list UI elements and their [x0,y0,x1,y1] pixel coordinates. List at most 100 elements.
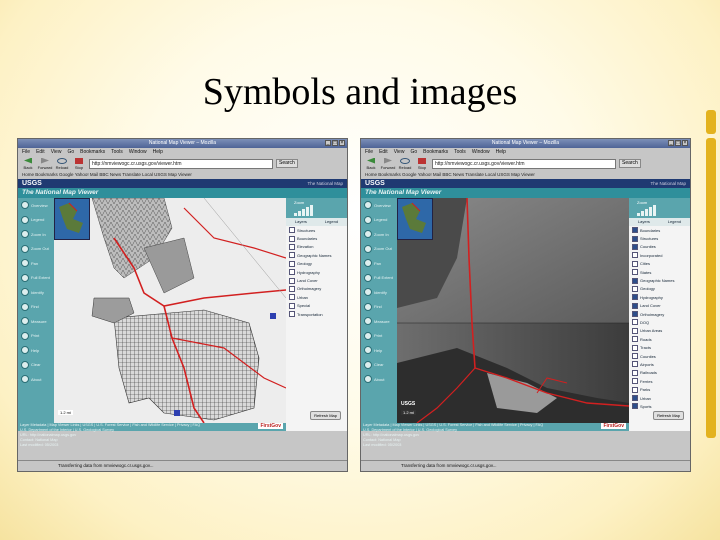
layer-checkbox[interactable] [632,378,638,385]
tool-find[interactable]: Find [18,300,54,315]
address-bar[interactable]: http://nmviewogc.cr.usgs.gov/viewer.htm [89,158,273,169]
refresh-map-button[interactable]: Refresh Map [310,411,341,420]
layer-item[interactable]: Parks [629,385,690,393]
layer-item[interactable]: Orthoimagery [286,285,347,293]
tool-find[interactable]: Find [361,300,397,315]
layer-checkbox[interactable] [632,403,638,410]
layer-item[interactable]: Airports [629,360,690,368]
menu-window[interactable]: Window [472,148,490,156]
layer-checkbox[interactable] [632,395,638,401]
tool-print[interactable]: Print [361,329,397,344]
layer-checkbox[interactable] [632,327,638,334]
layer-item[interactable]: Counties [629,243,690,251]
layer-item[interactable]: Structures [286,226,347,234]
menu-window[interactable]: Window [129,148,147,156]
layer-checkbox[interactable] [632,353,638,360]
layer-checkbox[interactable] [289,260,295,267]
browser-window-right[interactable]: National Map Viewer – Mozilla _ □ × File E… [360,138,691,472]
zoom-slider[interactable]: Zoom [286,198,347,218]
layer-checkbox[interactable] [632,235,638,242]
layer-item[interactable]: Cities [629,260,690,268]
usgs-logo[interactable]: USGS [365,180,385,187]
layer-checkbox[interactable] [289,294,295,301]
tool-legend[interactable]: Legend [18,213,54,228]
layer-checkbox[interactable] [632,336,638,343]
menu-go[interactable]: Go [67,148,74,156]
menu-view[interactable]: View [51,148,62,156]
layer-checkbox[interactable] [632,269,638,276]
layer-checkbox[interactable] [632,361,638,368]
close-icon[interactable]: × [682,140,688,146]
layer-checkbox[interactable] [632,344,638,351]
maximize-icon[interactable]: □ [675,140,681,146]
tool-measure[interactable]: Measure [18,314,54,329]
layer-item[interactable]: Boundaries [286,234,347,242]
tool-clear[interactable]: Clear [361,358,397,373]
menu-view[interactable]: View [394,148,405,156]
zoom-slider[interactable]: Zoom [629,198,690,218]
overview-map[interactable] [54,198,90,240]
layer-item[interactable]: Counties [629,352,690,360]
layer-item[interactable]: Special [286,302,347,310]
layer-checkbox[interactable] [289,243,295,250]
tab-legend[interactable]: Legend [325,218,338,226]
tool-clear[interactable]: Clear [18,358,54,373]
usgs-logo[interactable]: USGS [22,180,42,187]
layer-checkbox[interactable] [289,311,295,318]
layer-checkbox[interactable] [289,277,295,284]
layer-checkbox[interactable] [289,252,295,259]
address-bar[interactable]: http://nmviewogc.cr.usgs.gov/viewer.htm [432,158,616,169]
layer-checkbox[interactable] [632,243,638,250]
menu-tools[interactable]: Tools [111,148,123,156]
layer-checkbox[interactable] [632,252,638,259]
tool-measure[interactable]: Measure [361,314,397,329]
layer-item[interactable]: Incorporated [629,251,690,259]
layer-checkbox[interactable] [632,302,638,309]
layer-item[interactable]: Geology [629,285,690,293]
tool-legend[interactable]: Legend [361,213,397,228]
layer-checkbox[interactable] [632,311,638,318]
menu-file[interactable]: File [22,148,30,156]
layer-item[interactable]: Geographic Names [629,276,690,284]
menu-bookmarks[interactable]: Bookmarks [423,148,448,156]
tool-identify[interactable]: Identify [361,285,397,300]
tool-zoom-out[interactable]: Zoom Out [361,242,397,257]
layer-checkbox[interactable] [632,294,638,301]
layer-checkbox[interactable] [632,386,638,393]
layer-item[interactable]: Hydrography [286,268,347,276]
refresh-map-button[interactable]: Refresh Map [653,411,684,420]
layer-item[interactable]: Structures [629,234,690,242]
tool-zoom-out[interactable]: Zoom Out [18,242,54,257]
forward-button[interactable]: Forward [38,157,52,170]
firstgov-logo[interactable]: FirstGov [601,423,626,429]
layer-item[interactable]: DOQ [629,318,690,326]
layer-item[interactable]: Geographic Names [286,251,347,259]
layer-item[interactable]: Ferries [629,377,690,385]
stop-button[interactable]: Stop [415,157,429,170]
reload-button[interactable]: Reload [398,157,412,170]
layer-item[interactable]: Boundaries [629,226,690,234]
tool-about[interactable]: About [361,372,397,387]
back-button[interactable]: Back [21,157,35,170]
back-button[interactable]: Back [364,157,378,170]
layer-checkbox[interactable] [289,302,295,309]
layer-item[interactable]: Railroads [629,369,690,377]
tool-zoom-in[interactable]: Zoom In [18,227,54,242]
map-canvas[interactable]: 1.2 mi [54,198,286,423]
tool-zoom-in[interactable]: Zoom In [361,227,397,242]
layer-checkbox[interactable] [632,277,638,284]
layer-checkbox[interactable] [289,235,295,242]
minimize-icon[interactable]: _ [325,140,331,146]
layer-item[interactable]: Transportation [286,310,347,318]
tool-overview[interactable]: Overview [18,198,54,213]
tool-pan[interactable]: Pan [361,256,397,271]
layer-item[interactable]: Tracts [629,343,690,351]
tool-identify[interactable]: Identify [18,285,54,300]
minimize-icon[interactable]: _ [668,140,674,146]
national-map-link[interactable]: The National Map [307,181,343,186]
menu-tools[interactable]: Tools [454,148,466,156]
layer-item[interactable]: Elevation [286,243,347,251]
search-button[interactable]: Search [276,159,298,168]
tool-about[interactable]: About [18,372,54,387]
tool-help[interactable]: Help [18,343,54,358]
